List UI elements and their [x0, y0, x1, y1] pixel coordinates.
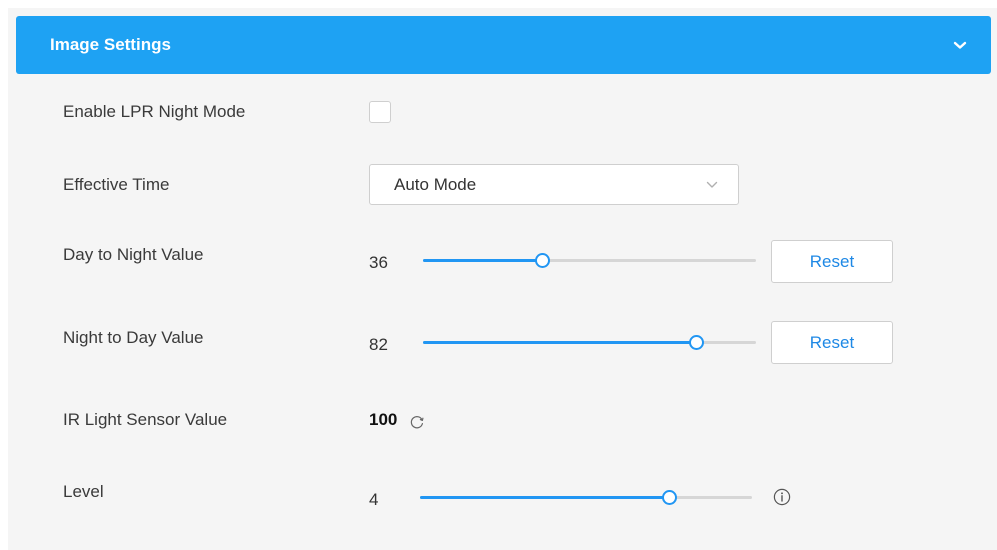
lpr-night-mode-label: Enable LPR Night Mode [63, 102, 246, 121]
night-to-day-slider[interactable] [423, 335, 756, 350]
info-icon[interactable] [772, 487, 792, 507]
night-to-day-label: Night to Day Value [63, 328, 204, 347]
night-to-day-value: 82 [369, 335, 388, 354]
chevron-down-icon[interactable] [951, 36, 969, 54]
night-to-day-slider-handle[interactable] [688, 335, 704, 350]
level-label: Level [63, 482, 104, 501]
effective-time-selected: Auto Mode [394, 174, 477, 194]
section-title: Image Settings [50, 35, 171, 54]
level-slider-handle[interactable] [661, 490, 677, 505]
effective-time-label: Effective Time [63, 175, 170, 194]
level-slider[interactable] [420, 490, 752, 505]
day-to-night-slider-fill [423, 259, 543, 262]
level-slider-fill [420, 496, 669, 499]
ir-light-sensor-label: IR Light Sensor Value [63, 410, 228, 429]
effective-time-select[interactable]: Auto Mode [369, 164, 739, 205]
day-to-night-slider[interactable] [423, 253, 756, 268]
chevron-down-icon [706, 176, 718, 194]
night-to-day-reset-button[interactable]: Reset [771, 321, 893, 364]
level-value: 4 [369, 490, 379, 509]
image-settings-header[interactable]: Image Settings [16, 16, 991, 74]
ir-light-sensor-value: 100 [369, 410, 398, 429]
refresh-icon[interactable] [408, 413, 426, 431]
day-to-night-label: Day to Night Value [63, 245, 204, 264]
day-to-night-value: 36 [369, 253, 388, 272]
lpr-night-mode-checkbox[interactable] [369, 101, 391, 123]
day-to-night-reset-button[interactable]: Reset [771, 240, 893, 283]
night-to-day-slider-fill [423, 341, 697, 344]
